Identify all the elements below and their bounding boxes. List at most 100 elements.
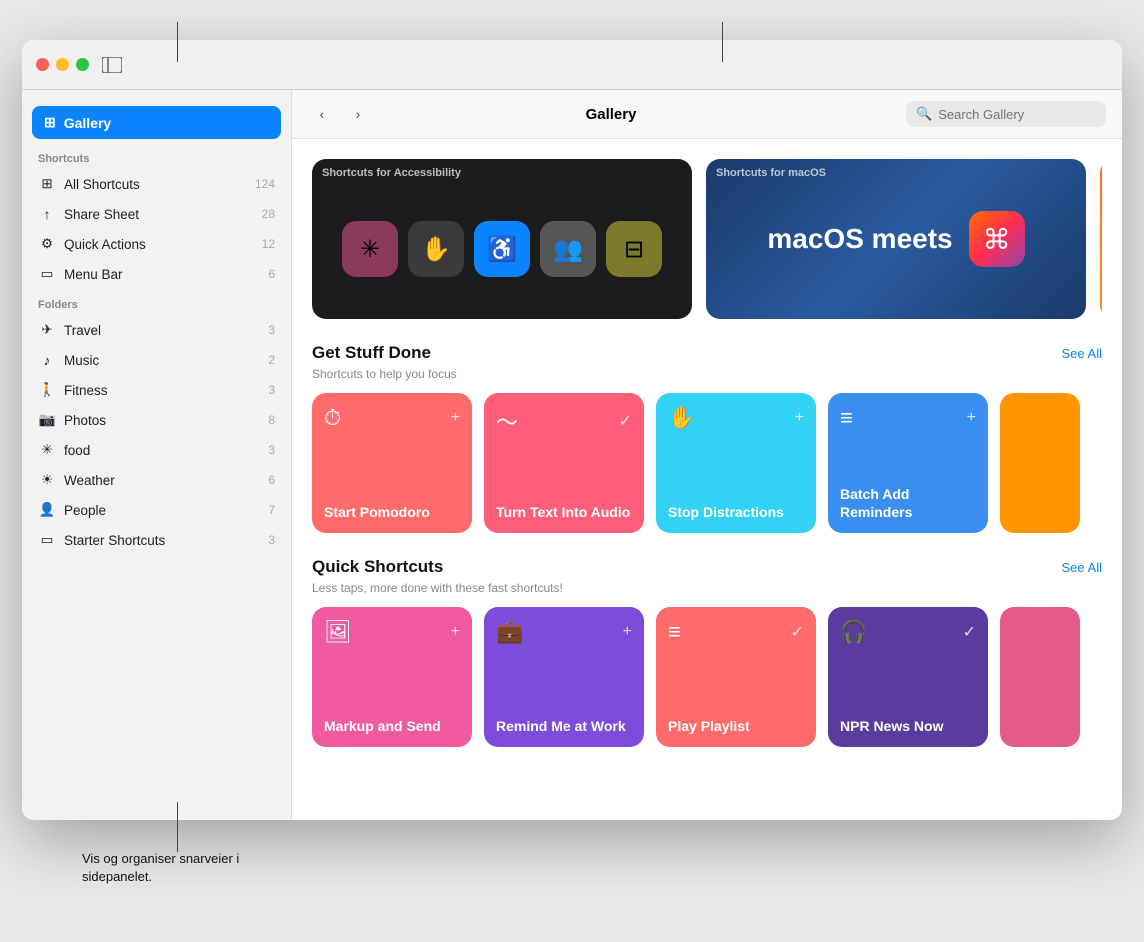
- card-partial-pink2: [1000, 607, 1080, 747]
- people-count: 7: [268, 503, 275, 517]
- minimize-button[interactable]: [56, 58, 69, 71]
- playlist-title: Play Playlist: [668, 717, 804, 735]
- music-count: 2: [268, 353, 275, 367]
- accessibility-icon-2: ✋: [408, 221, 464, 277]
- sidebar-item-all-shortcuts[interactable]: ⊞ All Shortcuts 124: [22, 169, 291, 199]
- card-start-pomodoro[interactable]: ⏱ + Start Pomodoro: [312, 393, 472, 533]
- stop-action: +: [795, 409, 804, 427]
- music-label: Music: [64, 353, 260, 368]
- markup-action: +: [451, 623, 460, 641]
- card-turn-text-audio[interactable]: 〜 ✓ Turn Text Into Audio: [484, 393, 644, 533]
- people-icon: 👤: [38, 501, 56, 519]
- travel-count: 3: [268, 323, 275, 337]
- pomodoro-title: Start Pomodoro: [324, 503, 460, 521]
- menu-bar-label: Menu Bar: [64, 267, 260, 282]
- sidebar-item-weather[interactable]: ☀ Weather 6: [22, 465, 291, 495]
- featured-card-macos[interactable]: Shortcuts for macOS macOS meets ⌘: [706, 159, 1086, 319]
- card-npr-news[interactable]: 🎧 ✓ NPR News Now: [828, 607, 988, 747]
- fullscreen-button[interactable]: [76, 58, 89, 71]
- quick-actions-icon: ⚙: [38, 235, 56, 253]
- accessibility-label: Shortcuts for Accessibility: [322, 167, 461, 179]
- reminders-icon: ≡: [840, 405, 853, 431]
- card-remind-work[interactable]: 💼 + Remind Me at Work: [484, 607, 644, 747]
- npr-icon: 🎧: [840, 619, 867, 645]
- gallery-icon: ⊞: [44, 114, 56, 131]
- food-count: 3: [268, 443, 275, 457]
- sidebar-item-food[interactable]: ✳ food 3: [22, 435, 291, 465]
- quick-actions-label: Quick Actions: [64, 237, 254, 252]
- food-label: food: [64, 443, 260, 458]
- markup-title: Markup and Send: [324, 717, 460, 735]
- sidebar-item-share-sheet[interactable]: ↑ Share Sheet 28: [22, 199, 291, 229]
- search-icon: 🔍: [916, 106, 932, 122]
- npr-action: ✓: [963, 622, 976, 642]
- search-box: 🔍: [906, 101, 1106, 127]
- menu-bar-icon: ▭: [38, 265, 56, 283]
- sidebar-item-starter-shortcuts[interactable]: ▭ Starter Shortcuts 3: [22, 525, 291, 555]
- callout-line-bottom: [177, 802, 178, 852]
- traffic-lights: [36, 58, 89, 71]
- weather-icon: ☀: [38, 471, 56, 489]
- featured-card-accessibility[interactable]: Shortcuts for Accessibility ✳ ✋ ♿ 👥 ⊟: [312, 159, 692, 319]
- travel-label: Travel: [64, 323, 260, 338]
- callout-line-right: [722, 22, 723, 62]
- pomodoro-icon: ⏱: [324, 405, 341, 431]
- sidebar-item-gallery[interactable]: ⊞ Gallery: [32, 106, 281, 139]
- card-play-playlist[interactable]: ≡ ✓ Play Playlist: [656, 607, 816, 747]
- search-input[interactable]: [938, 107, 1096, 122]
- toolbar-title: Gallery: [324, 106, 898, 123]
- starter-shortcuts-label: Starter Shortcuts: [64, 533, 260, 548]
- macos-label: Shortcuts for macOS: [716, 167, 826, 179]
- npr-title: NPR News Now: [840, 717, 976, 735]
- card-markup-send[interactable]: 🖼 + Markup and Send: [312, 607, 472, 747]
- stop-title: Stop Distractions: [668, 503, 804, 521]
- quick-shortcuts-header: Quick Shortcuts See All: [312, 557, 1102, 577]
- get-stuff-done-subtitle: Shortcuts to help you focus: [312, 367, 1102, 381]
- photos-label: Photos: [64, 413, 260, 428]
- gallery-content: Shortcuts for Accessibility ✳ ✋ ♿ 👥 ⊟ Sh…: [292, 139, 1122, 820]
- audio-title: Turn Text Into Audio: [496, 503, 632, 521]
- music-icon: ♪: [38, 351, 56, 369]
- work-icon: 💼: [496, 619, 523, 645]
- people-label: People: [64, 503, 260, 518]
- card-batch-add-reminders[interactable]: ≡ + Batch Add Reminders: [828, 393, 988, 533]
- get-stuff-done-cards: ⏱ + Start Pomodoro 〜 ✓ Turn Text Into Au…: [312, 393, 1102, 533]
- accessibility-icon-1: ✳: [342, 221, 398, 277]
- sidebar-item-music[interactable]: ♪ Music 2: [22, 345, 291, 375]
- travel-icon: ✈: [38, 321, 56, 339]
- sidebar-item-photos[interactable]: 📷 Photos 8: [22, 405, 291, 435]
- featured-row: Shortcuts for Accessibility ✳ ✋ ♿ 👥 ⊟ Sh…: [312, 159, 1102, 319]
- playlist-action: ✓: [791, 622, 804, 642]
- featured-card-partial: [1100, 159, 1102, 319]
- get-stuff-done-see-all[interactable]: See All: [1062, 346, 1102, 361]
- sidebar-toggle-button[interactable]: [101, 56, 123, 74]
- share-sheet-label: Share Sheet: [64, 207, 254, 222]
- playlist-icon: ≡: [668, 619, 681, 645]
- stop-icon: ✋: [668, 405, 695, 431]
- titlebar: [22, 40, 1122, 90]
- audio-icon: 〜: [496, 405, 518, 437]
- all-shortcuts-icon: ⊞: [38, 175, 56, 193]
- accessibility-icon-5: ⊟: [606, 221, 662, 277]
- photos-count: 8: [268, 413, 275, 427]
- sidebar-item-fitness[interactable]: 🚶 Fitness 3: [22, 375, 291, 405]
- get-stuff-done-title: Get Stuff Done: [312, 343, 431, 363]
- all-shortcuts-label: All Shortcuts: [64, 177, 247, 192]
- sidebar-item-travel[interactable]: ✈ Travel 3: [22, 315, 291, 345]
- shortcuts-logo: ⌘: [969, 211, 1025, 267]
- work-title: Remind Me at Work: [496, 717, 632, 735]
- audio-action: ✓: [619, 411, 632, 431]
- folders-section-label: Folders: [22, 289, 291, 315]
- sidebar-item-people[interactable]: 👤 People 7: [22, 495, 291, 525]
- close-button[interactable]: [36, 58, 49, 71]
- sidebar-item-menu-bar[interactable]: ▭ Menu Bar 6: [22, 259, 291, 289]
- starter-shortcuts-icon: ▭: [38, 531, 56, 549]
- food-icon: ✳: [38, 441, 56, 459]
- share-sheet-count: 28: [262, 207, 275, 221]
- main-toolbar: ‹ › Gallery 🔍: [292, 90, 1122, 139]
- sidebar-item-quick-actions[interactable]: ⚙ Quick Actions 12: [22, 229, 291, 259]
- quick-shortcuts-see-all[interactable]: See All: [1062, 560, 1102, 575]
- quick-shortcuts-title: Quick Shortcuts: [312, 557, 443, 577]
- card-stop-distractions[interactable]: ✋ + Stop Distractions: [656, 393, 816, 533]
- weather-label: Weather: [64, 473, 260, 488]
